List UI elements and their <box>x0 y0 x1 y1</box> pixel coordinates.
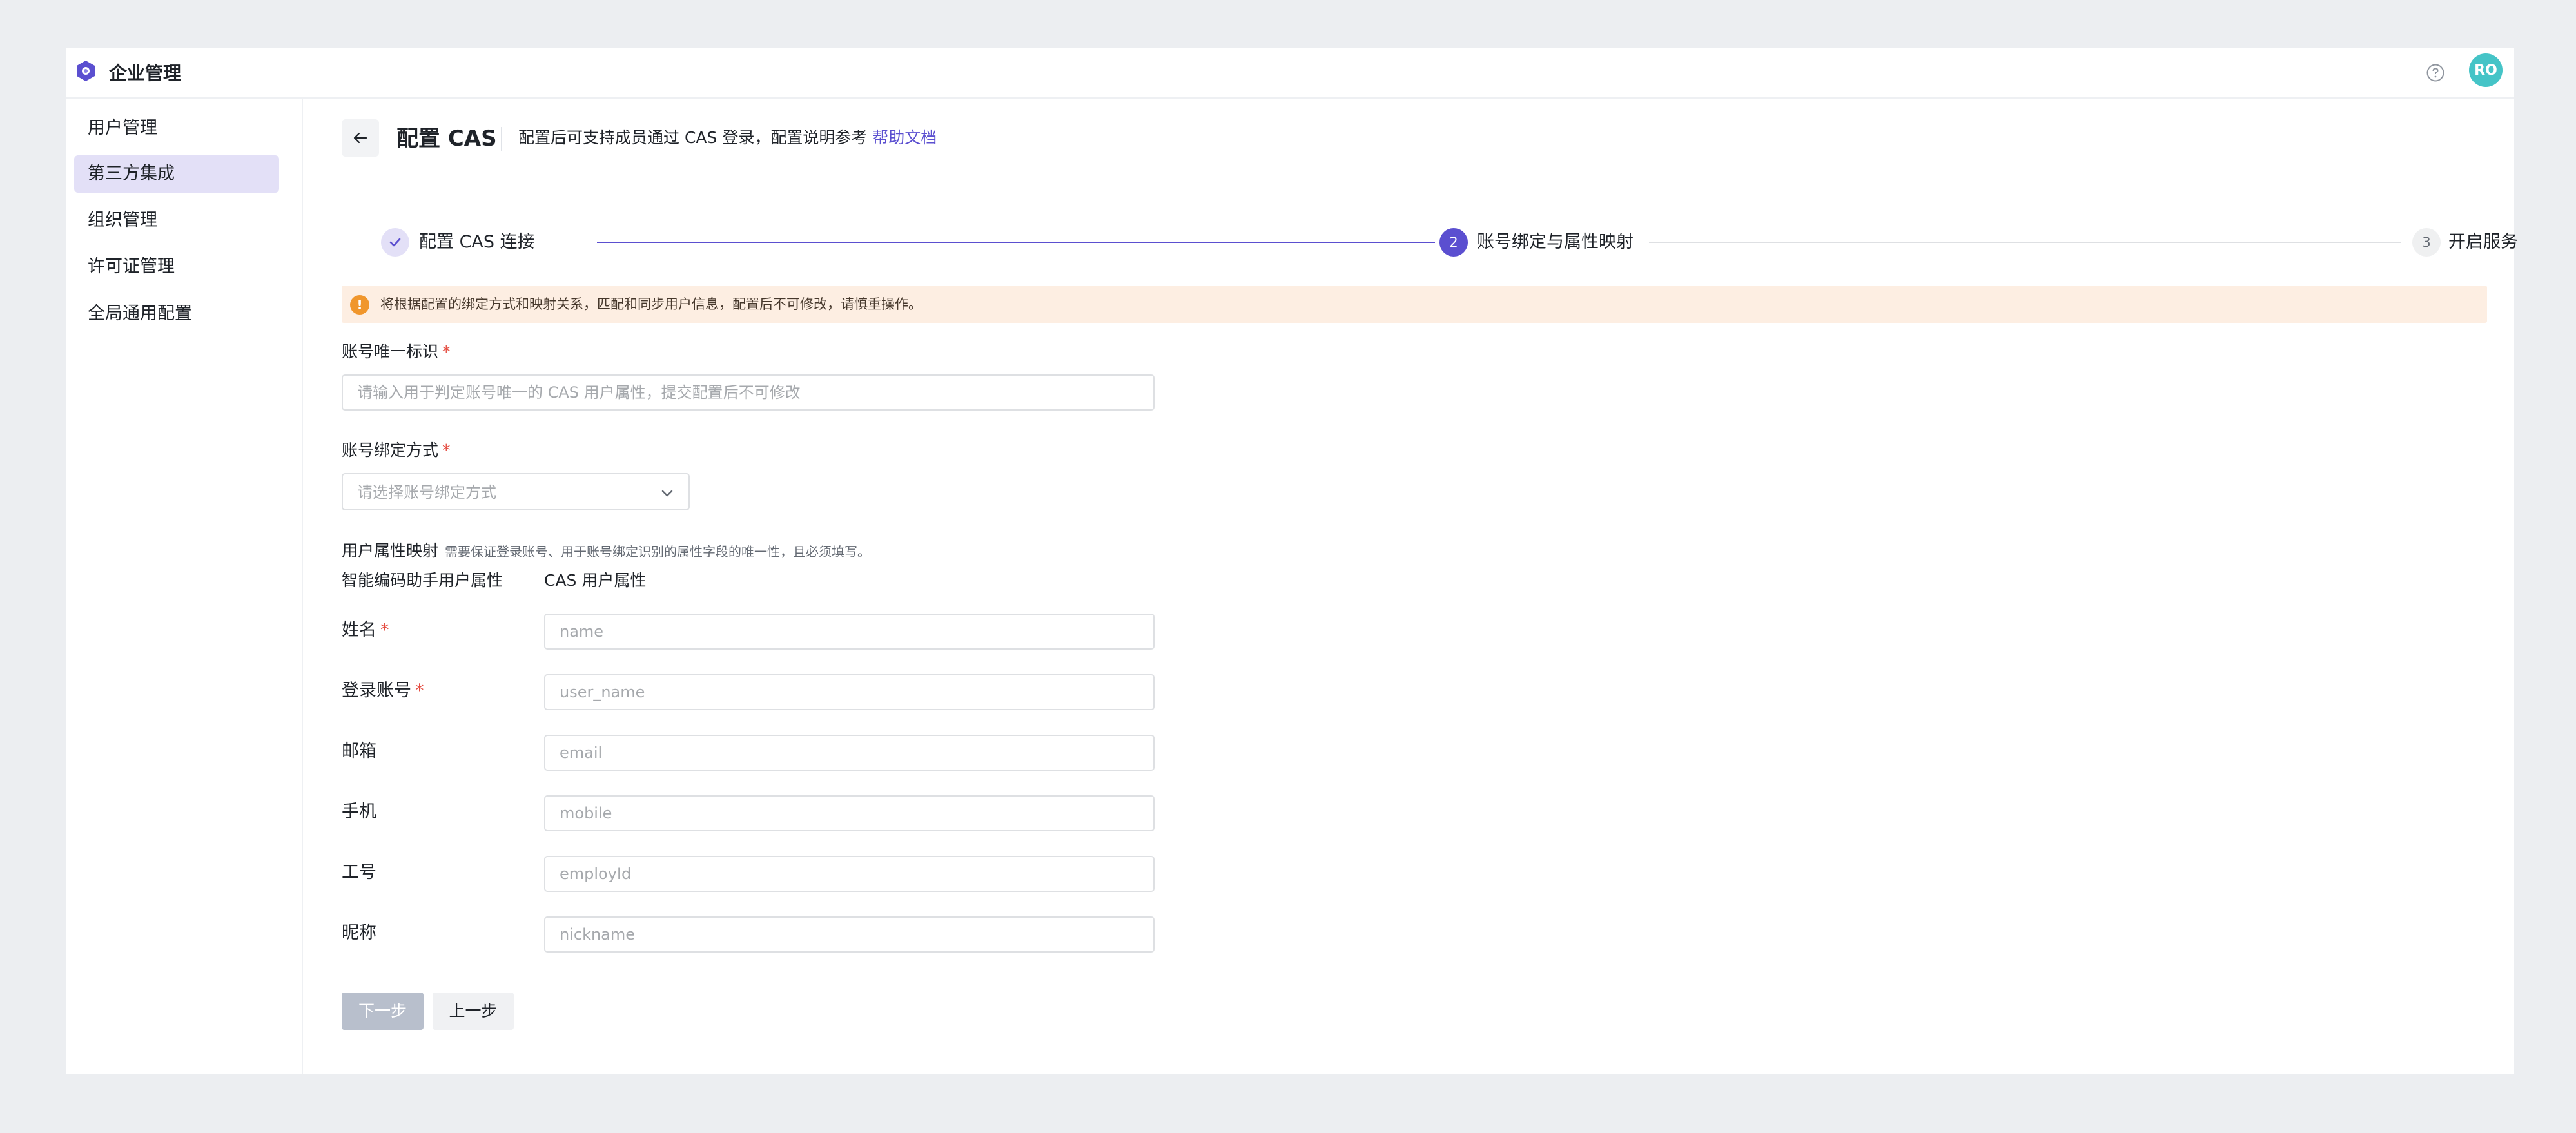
required-mark: * <box>442 441 451 460</box>
attribute-mapping-hint: 需要保证登录账号、用于账号绑定识别的属性字段的唯一性，且必须填写。 <box>445 544 871 559</box>
binding-method-placeholder: 请选择账号绑定方式 <box>357 483 496 501</box>
unique-id-input[interactable] <box>342 374 1155 411</box>
sidebar-item-user-management[interactable]: 用户管理 <box>74 110 279 147</box>
mapping-label-text: 昵称 <box>342 923 376 943</box>
unique-id-label-text: 账号唯一标识 <box>342 342 439 361</box>
step-3-circle: 3 <box>2412 228 2441 257</box>
mapping-input-mobile[interactable] <box>544 795 1155 831</box>
warning-icon: ! <box>350 295 369 315</box>
previous-step-button[interactable]: 上一步 <box>433 993 514 1030</box>
page-description: 配置后可支持成员通过 CAS 登录，配置说明参考 帮助文档 <box>518 124 937 151</box>
title-divider <box>501 127 502 151</box>
back-button[interactable] <box>342 119 379 157</box>
mapping-label-nickname: 昵称 <box>342 920 376 946</box>
required-mark: * <box>442 342 451 361</box>
page-title: 配置 CAS <box>396 126 497 151</box>
attribute-mapping-label-text: 用户属性映射 <box>342 541 439 560</box>
alert-text: 将根据配置的绑定方式和映射关系，匹配和同步用户信息，配置后不可修改，请慎重操作。 <box>380 296 922 312</box>
required-mark: * <box>415 681 424 701</box>
step-connector-2 <box>1649 242 2401 243</box>
question-circle-icon[interactable] <box>2421 59 2450 87</box>
sidebar-item-third-party-integration[interactable]: 第三方集成 <box>74 155 279 193</box>
check-icon <box>389 238 401 247</box>
help-doc-link[interactable]: 帮助文档 <box>872 128 937 147</box>
next-step-button[interactable]: 下一步 <box>342 993 424 1030</box>
step-1-label: 配置 CAS 连接 <box>419 232 535 252</box>
step-3-label: 开启服务 <box>2448 232 2518 252</box>
mapping-label-text: 姓名 <box>342 620 376 640</box>
step-1-circle <box>381 228 409 257</box>
unique-id-label: 账号唯一标识 * <box>342 339 451 365</box>
step-2-label: 账号绑定与属性映射 <box>1477 232 1634 252</box>
mapping-input-name[interactable] <box>544 614 1155 650</box>
binding-method-select[interactable]: 请选择账号绑定方式 <box>342 473 690 510</box>
mapping-label-employee-id: 工号 <box>342 860 376 886</box>
step-2-circle: 2 <box>1439 228 1468 257</box>
sidebar-item-license-management[interactable]: 许可证管理 <box>74 248 279 286</box>
mapping-label-email: 邮箱 <box>342 739 376 764</box>
sidebar-item-global-config[interactable]: 全局通用配置 <box>74 295 279 333</box>
avatar[interactable]: RO <box>2469 53 2503 87</box>
mapping-label-text: 工号 <box>342 862 376 882</box>
top-bar: 企业管理 RO <box>66 48 2514 99</box>
sidebar-item-organization-management[interactable]: 组织管理 <box>74 202 279 239</box>
hexagon-logo-icon <box>77 61 95 81</box>
attribute-mapping-label: 用户属性映射 需要保证登录账号、用于账号绑定识别的属性字段的唯一性，且必须填写。 <box>342 538 870 565</box>
binding-method-label: 账号绑定方式 * <box>342 438 451 463</box>
mapping-input-nickname[interactable] <box>544 916 1155 953</box>
required-mark: * <box>380 620 389 640</box>
warning-alert: ! 将根据配置的绑定方式和映射关系，匹配和同步用户信息，配置后不可修改，请慎重操… <box>342 286 2487 323</box>
mapping-input-employee-id[interactable] <box>544 856 1155 892</box>
main-content: 配置 CAS 配置后可支持成员通过 CAS 登录，配置说明参考 帮助文档 配置 … <box>303 99 2518 1074</box>
binding-method-label-text: 账号绑定方式 <box>342 441 439 460</box>
column-header-local-attribute: 智能编码助手用户属性 <box>342 571 503 590</box>
app-title: 企业管理 <box>109 63 182 84</box>
mapping-label-login-account: 登录账号 * <box>342 678 424 704</box>
mapping-input-login-account[interactable] <box>544 674 1155 710</box>
chevron-down-icon <box>661 490 673 497</box>
mapping-label-text: 手机 <box>342 802 376 822</box>
mapping-label-mobile: 手机 <box>342 799 376 825</box>
app-window: 企业管理 RO 用户管理 第三方集成 组织管理 许可证管理 全局通用配置 配置 … <box>66 48 2518 1074</box>
column-header-cas-attribute: CAS 用户属性 <box>544 571 647 590</box>
step-connector-1 <box>597 242 1435 243</box>
mapping-label-name: 姓名 * <box>342 617 389 643</box>
page-description-text: 配置后可支持成员通过 CAS 登录，配置说明参考 <box>518 128 868 147</box>
mapping-label-text: 登录账号 <box>342 681 411 701</box>
sidebar: 用户管理 第三方集成 组织管理 许可证管理 全局通用配置 <box>66 99 303 1074</box>
mapping-label-text: 邮箱 <box>342 741 376 761</box>
arrow-left-icon <box>353 132 367 144</box>
mapping-input-email[interactable] <box>544 735 1155 771</box>
